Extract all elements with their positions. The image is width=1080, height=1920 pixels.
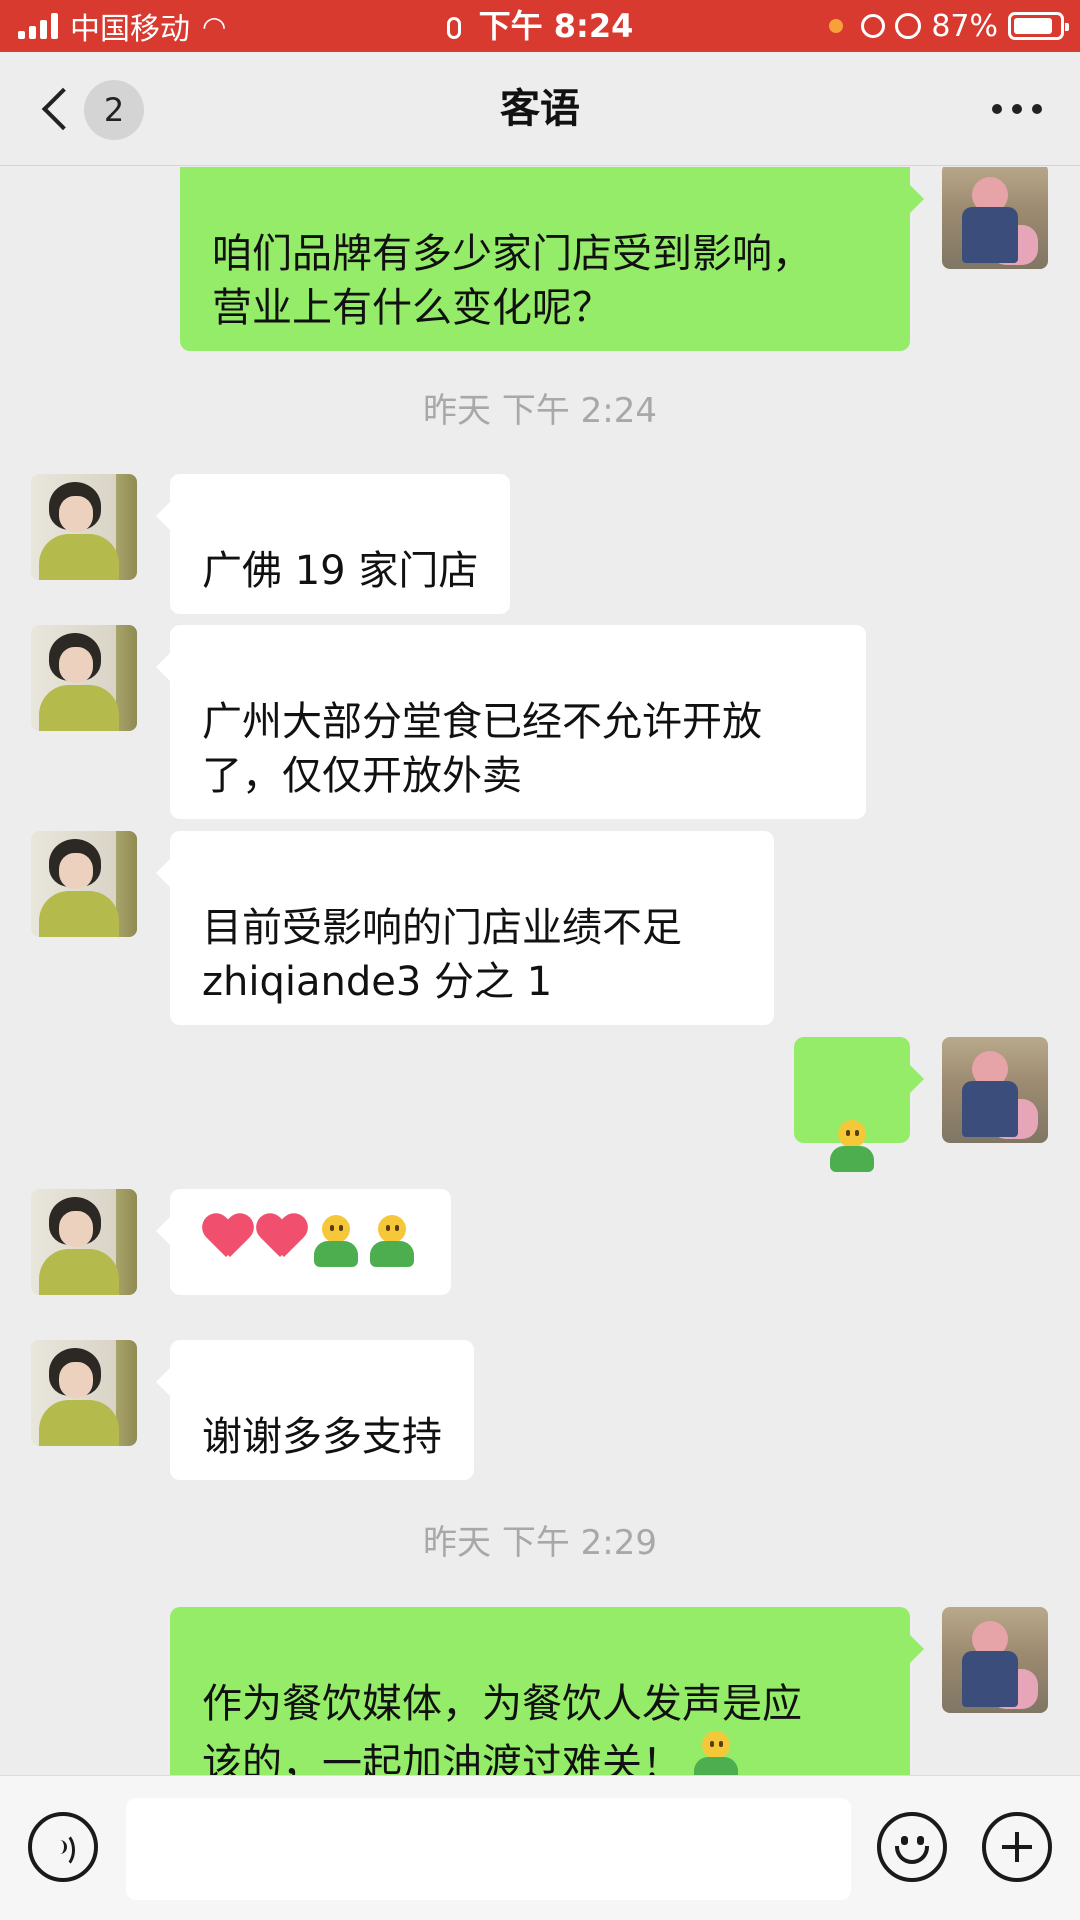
guy-emoji-icon <box>366 1215 418 1267</box>
outgoing-emoji-bubble[interactable] <box>794 1037 924 1172</box>
status-right: 87% <box>829 8 1069 44</box>
alarm-icon <box>895 13 922 39</box>
microphone-icon <box>446 17 461 39</box>
chat-messages[interactable]: 咱们品牌有多少家门店受到影响， 营业上有什么变化呢？ 昨天 下午 2:24 广佛… <box>0 167 1080 1775</box>
battery-icon <box>1008 12 1069 40</box>
contact-avatar[interactable] <box>31 625 137 731</box>
outgoing-message-bubble[interactable]: 作为餐饮媒体，为餐饮人发声是应 该的，一起加油渡过难关！ <box>170 1607 924 1775</box>
timestamp: 昨天 下午 2:29 <box>423 1523 657 1563</box>
message-text: 广州大部分堂食已经不允许开放 了，仅仅开放外卖 <box>202 699 762 799</box>
timestamp: 昨天 下午 2:24 <box>423 391 657 431</box>
my-avatar[interactable] <box>942 1037 1048 1143</box>
status-time: 下午 8:24 <box>478 7 634 45</box>
message-input[interactable] <box>126 1798 851 1900</box>
plus-icon[interactable] <box>982 1812 1052 1882</box>
incoming-message-bubble[interactable]: 广州大部分堂食已经不允许开放 了，仅仅开放外卖 <box>156 625 866 819</box>
battery-percent: 87% <box>931 8 998 44</box>
heart-emoji-icon <box>202 1215 252 1261</box>
status-bar: 中国移动 ◠ 下午 8:24 87% <box>0 0 1080 52</box>
incoming-emoji-bubble[interactable] <box>156 1189 451 1295</box>
message-text: 目前受影响的门店业绩不足 zhiqiande3 分之 1 <box>202 905 682 1005</box>
guy-emoji-icon <box>826 1120 878 1172</box>
mic-in-use-dot-icon <box>829 19 844 33</box>
my-avatar[interactable] <box>942 1607 1048 1713</box>
message-text: 谢谢多多支持 <box>202 1414 442 1460</box>
heart-emoji-icon <box>256 1215 306 1261</box>
incoming-message-bubble[interactable]: 谢谢多多支持 <box>156 1340 474 1480</box>
message-text: 广佛 19 家门店 <box>202 548 479 594</box>
voice-icon[interactable] <box>28 1812 98 1882</box>
outgoing-message-bubble[interactable]: 咱们品牌有多少家门店受到影响， 营业上有什么变化呢？ <box>180 167 924 351</box>
emoji-icon[interactable] <box>877 1812 947 1882</box>
guy-emoji-icon <box>690 1731 742 1775</box>
guy-emoji-icon <box>310 1215 362 1267</box>
nav-bar: 2 客语 <box>0 52 1080 166</box>
my-avatar[interactable] <box>942 167 1048 269</box>
rotation-lock-icon <box>861 14 886 38</box>
more-options-icon[interactable] <box>992 94 1042 124</box>
incoming-message-bubble[interactable]: 广佛 19 家门店 <box>155 474 511 614</box>
message-text: 咱们品牌有多少家门店受到影响， 营业上有什么变化呢？ <box>212 231 812 331</box>
contact-avatar[interactable] <box>31 1340 137 1446</box>
input-bar <box>0 1775 1080 1920</box>
chat-title: 客语 <box>500 86 580 132</box>
contact-avatar[interactable] <box>31 474 137 580</box>
contact-avatar[interactable] <box>31 1189 137 1295</box>
incoming-message-bubble[interactable]: 目前受影响的门店业绩不足 zhiqiande3 分之 1 <box>156 831 774 1025</box>
contact-avatar[interactable] <box>31 831 137 937</box>
